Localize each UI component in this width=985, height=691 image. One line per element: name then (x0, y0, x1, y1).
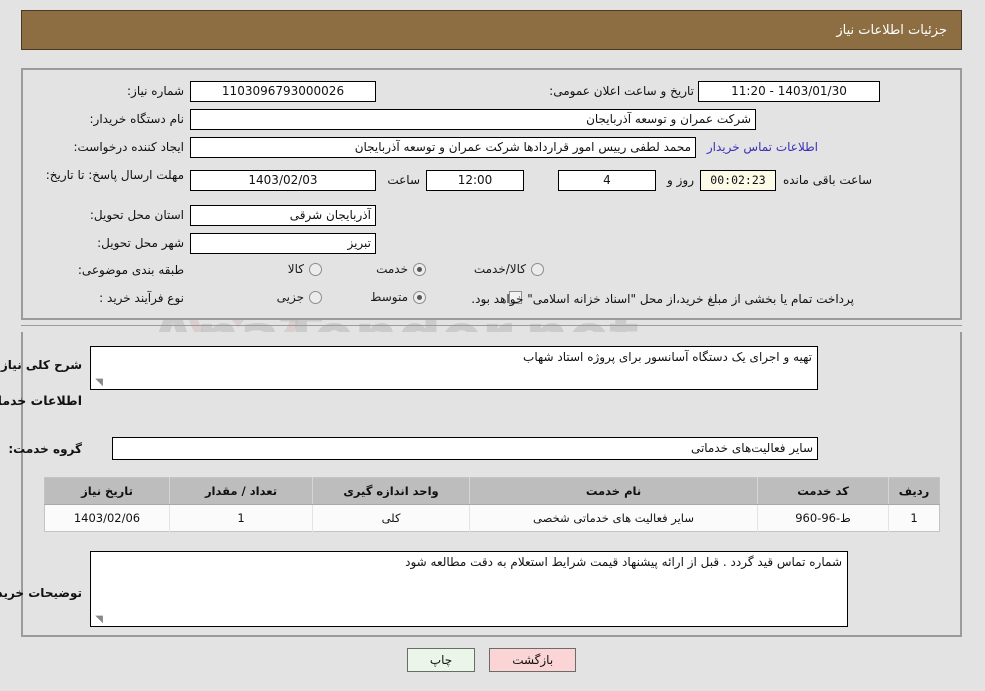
radio-label-category-2: کالا/خدمت (474, 262, 527, 276)
remaining-suffix-label: ساعت باقی مانده (783, 173, 873, 187)
province-value: آذربایجان شرقی (191, 205, 377, 226)
buyer-notes-value: شماره تماس قید گردد . قبل از ارائه پیشنه… (406, 555, 843, 569)
print-button[interactable]: چاپ (407, 648, 477, 672)
cell-need-date: 1403/02/06 (45, 504, 171, 532)
radio-icon-process-1[interactable] (414, 290, 427, 304)
resize-grip-icon-notes[interactable]: ◥ (94, 615, 104, 625)
need-summary-panel (22, 68, 963, 320)
service-group-label: گروه خدمت: (9, 442, 83, 456)
cell-quantity: 1 (170, 504, 314, 532)
radio-icon-category-0[interactable] (310, 262, 323, 276)
radio-category-0[interactable]: کالا (289, 262, 323, 276)
cell-row-no: 1 (889, 504, 941, 532)
radio-process-0[interactable]: جزیی (278, 290, 323, 304)
col-service-code: کد خدمت (758, 477, 890, 505)
cell-service-name: سایر فعالیت های خدماتی شخصی (470, 504, 759, 532)
deadline-date-value: 1403/02/03 (191, 170, 377, 191)
treasury-note-label: پرداخت تمام یا بخشی از مبلغ خرید،از محل … (472, 292, 855, 306)
radio-icon-category-2[interactable] (532, 262, 545, 276)
col-row-no: ردیف (889, 477, 941, 505)
service-group-value: سایر فعالیت‌های خدماتی (113, 437, 819, 460)
deadline-label: مهلت ارسال پاسخ: تا تاریخ: (46, 168, 185, 182)
cell-service-code: ط-96-960 (758, 504, 890, 532)
announce-datetime-value: 1403/01/30 - 11:20 (699, 81, 881, 102)
city-value: تبریز (191, 233, 377, 254)
radio-category-2[interactable]: کالا/خدمت (475, 262, 545, 276)
remaining-days-value: 4 (559, 170, 657, 191)
radio-category-1[interactable]: خدمت (377, 262, 427, 276)
deadline-hour-label: ساعت (388, 173, 421, 187)
announce-datetime-label: تاریخ و ساعت اعلان عمومی: (550, 84, 695, 98)
radio-label-category-0: کالا (288, 262, 305, 276)
section-divider (22, 325, 963, 326)
resize-grip-icon[interactable]: ◥ (94, 378, 104, 388)
need-number-value: 1103096793000026 (191, 81, 377, 102)
action-button-bar: بازگشت چاپ (0, 648, 985, 672)
table-row: 1 ط-96-960 سایر فعالیت های خدماتی شخصی ک… (45, 504, 941, 532)
need-desc-textarea[interactable]: تهیه و اجرای یک دستگاه آسانسور برای پروژ… (91, 346, 819, 390)
need-desc-value: تهیه و اجرای یک دستگاه آسانسور برای پروژ… (524, 350, 813, 364)
radio-icon-process-0[interactable] (310, 290, 323, 304)
page-title: جزئیات اطلاعات نیاز (837, 22, 948, 38)
need-number-label: شماره نیاز: (128, 84, 185, 98)
back-button[interactable]: بازگشت (490, 648, 578, 672)
province-label: استان محل تحویل: (90, 208, 185, 222)
process-label: نوع فرآیند خرید : (100, 291, 185, 305)
radio-label-process-1: متوسط (371, 290, 409, 304)
creator-value: محمد لطفی رییس امور قراردادها شرکت عمران… (191, 137, 697, 158)
need-desc-label: شرح کلی نیاز: (0, 358, 83, 372)
buyer-contact-link[interactable]: اطلاعات تماس خریدار (708, 140, 819, 154)
remaining-days-unit: روز و (668, 173, 695, 187)
remaining-timer-value: 00:02:23 (701, 170, 777, 191)
radio-label-category-1: خدمت (377, 262, 409, 276)
col-service-name: نام خدمت (470, 477, 759, 505)
col-need-date: تاریخ نیاز (45, 477, 171, 505)
page-header: جزئیات اطلاعات نیاز (22, 10, 963, 50)
services-table: ردیف کد خدمت نام خدمت واحد اندازه گیری ت… (45, 477, 941, 532)
radio-process-1[interactable]: متوسط (371, 290, 427, 304)
radio-label-process-0: جزیی (277, 290, 305, 304)
services-heading: اطلاعات خدمات مورد نیاز (0, 393, 83, 408)
deadline-hour-value: 12:00 (427, 170, 525, 191)
buyer-org-label: نام دستگاه خریدار: (90, 112, 186, 126)
buyer-org-value: شرکت عمران و توسعه آذربایجان (191, 109, 757, 130)
buyer-notes-textarea[interactable]: شماره تماس قید گردد . قبل از ارائه پیشنه… (91, 551, 849, 627)
table-header-row: ردیف کد خدمت نام خدمت واحد اندازه گیری ت… (45, 477, 941, 505)
city-label: شهر محل تحویل: (98, 236, 185, 250)
buyer-notes-label: توضیحات خریدار: (0, 586, 83, 600)
radio-icon-category-1[interactable] (414, 262, 427, 276)
cell-unit: کلی (313, 504, 471, 532)
col-unit: واحد اندازه گیری (313, 477, 471, 505)
col-quantity: تعداد / مقدار (170, 477, 314, 505)
category-label: طبقه بندی موضوعی: (78, 263, 185, 277)
creator-label: ایجاد کننده درخواست: (74, 140, 185, 154)
